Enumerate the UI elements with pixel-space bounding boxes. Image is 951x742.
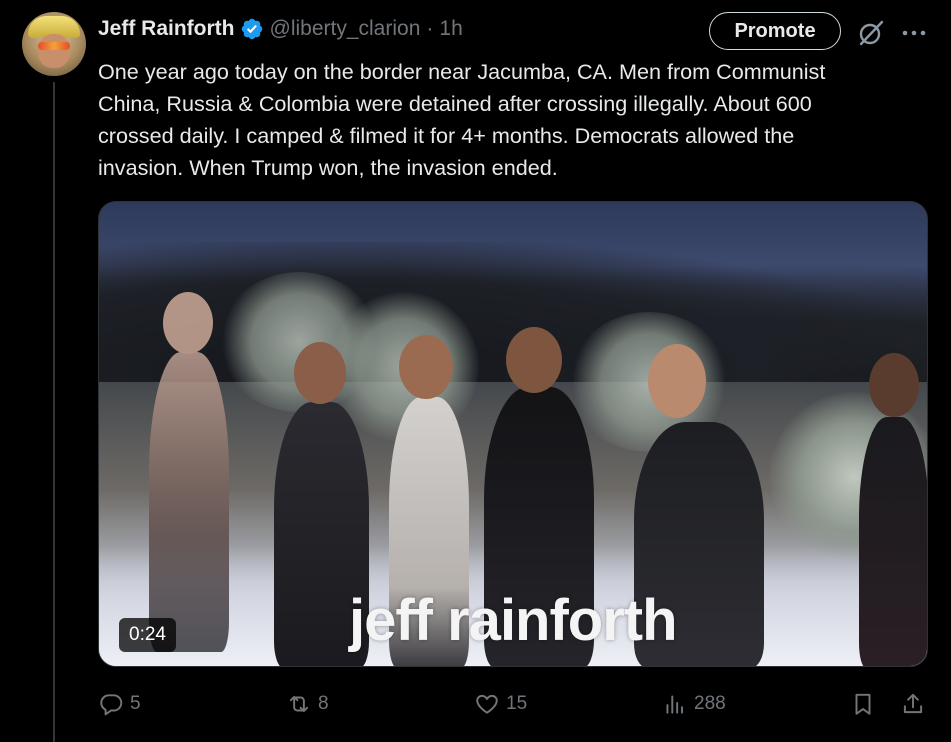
avatar[interactable] [22,12,86,76]
video-person [859,353,927,666]
verified-badge-icon[interactable] [240,17,264,41]
reply-button[interactable]: 5 [98,686,141,722]
author-handle[interactable]: @liberty_clarion [270,17,421,41]
action-bar: 5 8 15 288 [98,686,938,722]
reply-count: 5 [130,693,141,714]
thread-line [53,82,55,742]
video-person [149,292,229,652]
repost-button[interactable]: 8 [286,686,329,722]
slash-circle-icon[interactable] [856,18,886,48]
tweet-text-line: China, Russia & Colombia were detained a… [98,91,812,116]
video-watermark: jeff rainforth [349,588,678,653]
like-button[interactable]: 15 [474,686,527,722]
avatar-face [38,34,70,68]
repost-count: 8 [318,693,329,714]
repost-icon [289,695,309,713]
bookmark-button[interactable] [850,686,882,722]
tweet-text: One year ago today on the border near Ja… [98,56,938,184]
views-button[interactable]: 288 [662,686,726,722]
tweet-text-line: crossed daily. I camped & filmed it for … [98,123,795,148]
analytics-icon [666,695,684,714]
heart-icon [476,694,498,714]
video-duration-badge: 0:24 [119,618,176,652]
tweet-header: Jeff Rainforth @liberty_clarion · 1h [98,14,463,44]
reply-icon [100,694,123,716]
tweet-text-line: One year ago today on the border near Ja… [98,59,826,84]
separator-dot: · [426,17,434,40]
share-button[interactable] [900,686,932,722]
share-icon [903,693,923,714]
timestamp[interactable]: 1h [439,17,462,41]
views-count: 288 [694,693,726,714]
promote-button[interactable]: Promote [709,12,841,50]
video-player[interactable]: jeff rainforth 0:24 [98,201,928,667]
author-name[interactable]: Jeff Rainforth [98,17,235,41]
more-horizontal-icon[interactable] [898,18,930,48]
tweet-text-line: invasion. When Trump won, the invasion e… [98,155,558,180]
like-count: 15 [506,693,528,714]
bookmark-icon [855,693,871,715]
avatar-sunglasses [38,42,70,50]
